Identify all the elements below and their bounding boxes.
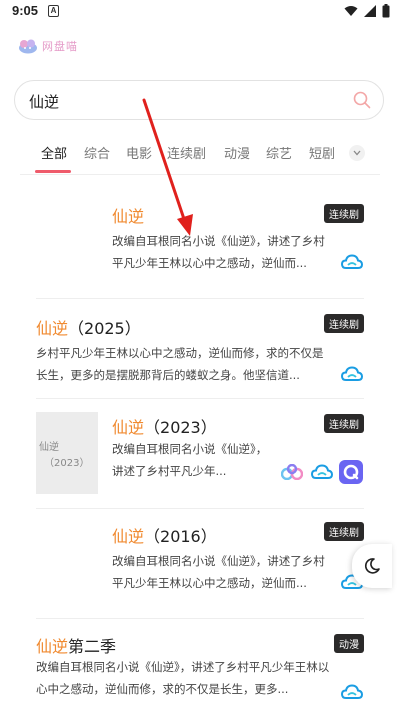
result-divider [36, 398, 364, 399]
result-title[interactable]: 仙逆第二季 [36, 633, 116, 657]
status-icons [344, 4, 390, 18]
moon-icon [364, 558, 380, 574]
app-logo-text: 网盘喵 [42, 40, 78, 53]
tab-anime[interactable]: 动漫 [224, 143, 250, 162]
poster-title: 仙逆 [39, 442, 59, 453]
result-description: 改编自耳根同名小说《仙逆》，讲述了乡村平凡少年王林以心中之感动，逆仙而... [112, 554, 325, 590]
tab-short-drama[interactable]: 短剧 [309, 143, 335, 162]
cat-logo-icon [19, 39, 37, 54]
active-tab-indicator [35, 170, 71, 173]
signal-icon [364, 5, 376, 17]
result-title[interactable]: 仙逆 [112, 203, 144, 227]
wifi-icon [344, 6, 358, 16]
tab-general[interactable]: 综合 [84, 143, 110, 162]
search-icon[interactable] [353, 91, 371, 109]
cloud-drive-icon[interactable] [311, 464, 333, 480]
tab-movies[interactable]: 电影 [126, 143, 152, 162]
result-title[interactable]: 仙逆（2025） [36, 315, 141, 339]
category-badge: 连续剧 [324, 314, 364, 333]
result-divider [36, 298, 364, 299]
result-title[interactable]: 仙逆（2016） [112, 523, 217, 547]
tab-tv-series[interactable]: 连续剧 [167, 143, 206, 162]
battery-icon [382, 4, 390, 18]
tabs-divider [20, 174, 380, 175]
cloud-drive-icon[interactable] [341, 684, 363, 700]
category-badge: 连续剧 [324, 204, 364, 223]
cloud-drive-icon[interactable] [341, 254, 363, 270]
search-bar[interactable]: 仙逆 [14, 80, 384, 120]
result-description: 改编自耳根同名小说《仙逆》，讲述了乡村平凡少年王林以心中之感动，逆仙而... [112, 234, 325, 270]
app-logo: 网盘喵 [18, 38, 78, 54]
chevron-down-icon [353, 150, 361, 156]
result-description: 改编自耳根同名小说《仙逆》，讲述了乡村平凡少年... [112, 442, 268, 478]
cloud-drive-icon[interactable] [341, 366, 363, 382]
result-description: 乡村平凡少年王林以心中之感动，逆仙而修，求的不仅是长生，更多的是摆脱那背后的蝼蚁… [36, 346, 324, 382]
search-input[interactable]: 仙逆 [29, 91, 59, 112]
result-title[interactable]: 仙逆（2023） [112, 414, 217, 438]
poster-year: （2023） [44, 458, 90, 469]
quark-icon[interactable] [339, 460, 363, 484]
status-bar: 9:05 A [0, 0, 400, 24]
result-description: 改编自耳根同名小说《仙逆》，讲述了乡村平凡少年王林以心中之感动，逆仙而修，求的不… [36, 660, 330, 696]
result-poster[interactable]: 仙逆 （2023） [36, 412, 98, 494]
category-tabs: 全部 综合 电影 连续剧 动漫 综艺 短剧 [0, 140, 400, 174]
tab-all[interactable]: 全部 [41, 143, 67, 162]
tab-more-button[interactable] [349, 145, 365, 161]
baidu-netdisk-icon[interactable] [281, 464, 303, 480]
status-time: 9:05 [12, 3, 39, 18]
night-mode-button[interactable] [352, 544, 392, 588]
result-divider [36, 618, 364, 619]
category-badge: 连续剧 [324, 522, 364, 541]
result-divider [36, 508, 364, 509]
tab-variety[interactable]: 综艺 [266, 143, 292, 162]
category-badge: 连续剧 [324, 414, 364, 433]
category-badge: 动漫 [334, 634, 364, 653]
notification-icon: A [48, 5, 59, 17]
